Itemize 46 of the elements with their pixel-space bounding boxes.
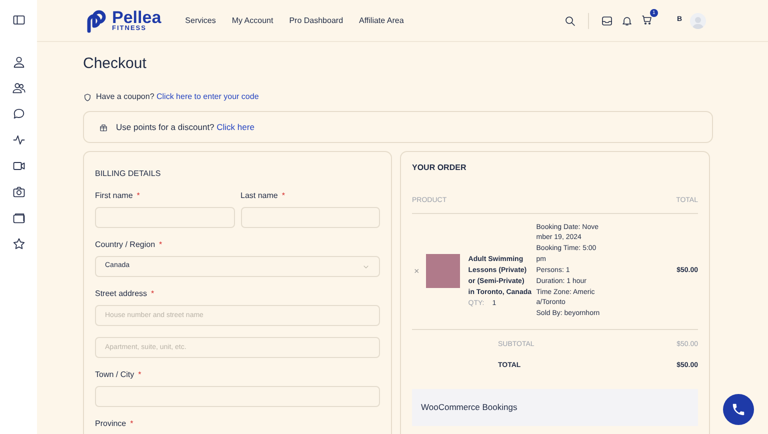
search-icon[interactable] (564, 14, 576, 26)
payment-method-title: WooCommerce Bookings (412, 389, 698, 426)
sidebar-toggle-icon[interactable] (12, 13, 26, 27)
phone-icon (731, 402, 746, 417)
nav-link[interactable]: My Account (232, 14, 274, 26)
page-title: Checkout (83, 55, 148, 73)
required-asterisk: * (136, 190, 140, 202)
field-label: First name (95, 190, 133, 202)
field-label: Province (95, 418, 126, 430)
gift-icon (99, 122, 108, 132)
photo-placeholder (426, 254, 460, 288)
input-field[interactable] (240, 207, 380, 228)
nav-link[interactable]: Services (185, 14, 216, 26)
field-label: Last name (240, 190, 278, 202)
nav-link[interactable]: Affiliate Area (359, 14, 404, 26)
input-field[interactable] (95, 386, 380, 407)
field-label: Street address (95, 288, 148, 300)
section-title: YOUR ORDER (412, 162, 468, 174)
star-icon[interactable] (12, 237, 26, 251)
activity-icon[interactable] (12, 133, 26, 147)
nav-link[interactable]: Pro Dashboard (289, 14, 344, 26)
required-asterisk: * (282, 190, 285, 202)
required-asterisk: * (138, 369, 142, 381)
video-camera-icon[interactable] (12, 159, 26, 173)
phone-button[interactable] (723, 394, 754, 425)
brand-name: Pellea (112, 8, 162, 26)
required-asterisk: * (130, 418, 134, 430)
coupon-prompt: Have a coupon? Click here to enter your code (96, 91, 259, 103)
cart-icon[interactable] (640, 14, 653, 26)
points-link[interactable]: Click here (216, 122, 254, 132)
required-asterisk: * (151, 288, 154, 300)
field-label: Country / Region (95, 239, 156, 251)
field-label: Town / City (95, 369, 134, 381)
bell-icon[interactable] (620, 14, 633, 26)
chat-bubble-icon[interactable] (12, 107, 26, 121)
users-icon[interactable] (12, 81, 26, 95)
section-title: BILLING DETAILS (95, 168, 162, 180)
shield-icon (83, 92, 92, 102)
user-icon[interactable] (12, 55, 26, 69)
points-prompt: Use points for a discount? Click here (116, 120, 254, 134)
inbox-icon[interactable] (600, 14, 613, 26)
input-field[interactable] (95, 207, 234, 228)
wallet-icon[interactable] (12, 211, 26, 225)
coupon-link[interactable]: Click here to enter your code (156, 92, 259, 101)
camera-icon[interactable] (12, 185, 26, 199)
required-asterisk: * (159, 239, 162, 251)
